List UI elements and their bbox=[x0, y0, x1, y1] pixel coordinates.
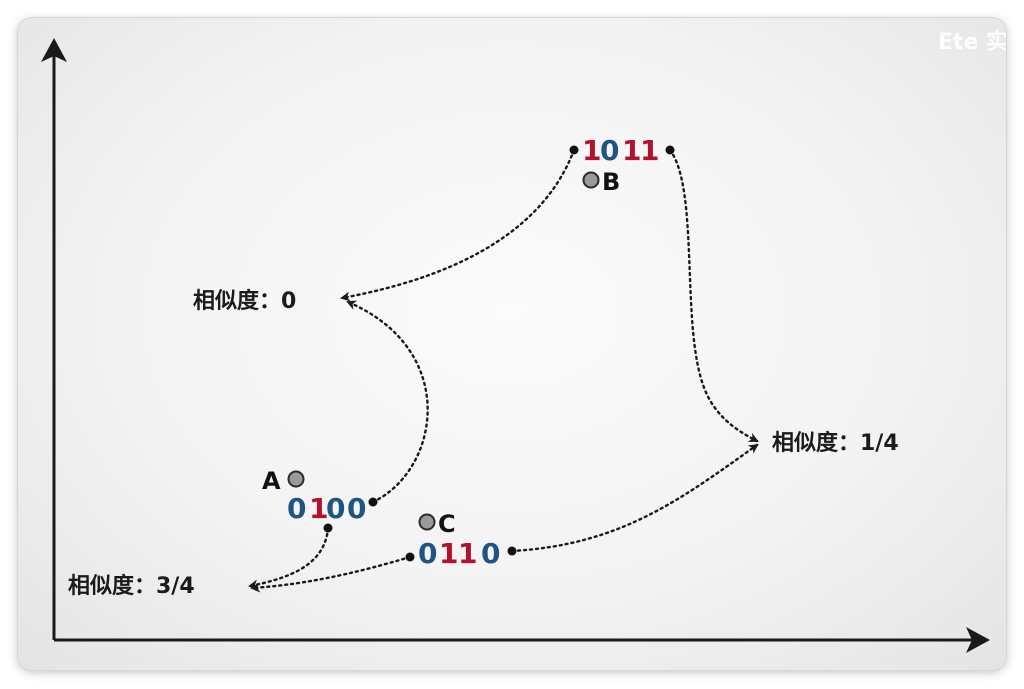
connector-a-to-sim-ac bbox=[248, 526, 330, 590]
similarity-ab-label: 相似度：0 bbox=[193, 288, 296, 314]
connector-b-to-sim-bc bbox=[668, 148, 759, 443]
code-b-bit: 1 bbox=[622, 134, 641, 167]
endpoint-dot bbox=[507, 546, 517, 556]
code-c-bit: 1 bbox=[439, 537, 458, 570]
endpoint-dot bbox=[368, 497, 378, 507]
point-a-label: A bbox=[262, 467, 281, 495]
code-c-bit: 1 bbox=[458, 537, 477, 570]
similarity-diagram: 1 0 1 1 B A 0 1 0 0 C 0 1 1 0 相似度：0 相似度：… bbox=[41, 38, 990, 653]
point-c-marker bbox=[418, 513, 436, 531]
connector-c-to-sim-bc bbox=[510, 443, 759, 553]
code-b-bit: 0 bbox=[600, 134, 619, 167]
code-c-bit: 0 bbox=[418, 537, 437, 570]
endpoint-dots bbox=[323, 145, 675, 562]
code-b-bit: 1 bbox=[582, 134, 601, 167]
similarity-bc-label: 相似度：1/4 bbox=[772, 430, 899, 456]
code-a-bit: 0 bbox=[347, 492, 366, 525]
point-b-marker bbox=[582, 171, 600, 189]
endpoint-dot bbox=[569, 145, 579, 155]
endpoint-dot bbox=[405, 552, 415, 562]
endpoint-dot bbox=[665, 145, 675, 155]
point-b-label: B bbox=[602, 168, 620, 196]
axes bbox=[41, 38, 990, 653]
similarity-ac-label: 相似度：3/4 bbox=[68, 573, 195, 599]
point-a: A 0 1 0 0 bbox=[262, 467, 366, 525]
code-b-bit: 1 bbox=[640, 134, 659, 167]
point-b: 1 0 1 1 B bbox=[582, 134, 659, 196]
code-a-bit: 0 bbox=[326, 492, 345, 525]
code-a-bit: 0 bbox=[287, 492, 306, 525]
code-c-bit: 0 bbox=[481, 537, 500, 570]
connector-a-to-sim-ab bbox=[346, 300, 429, 504]
point-c: C 0 1 1 0 bbox=[418, 510, 500, 570]
point-a-marker bbox=[287, 470, 305, 488]
connector-c-to-sim-ac bbox=[250, 555, 412, 593]
connector-b-to-sim-ab bbox=[340, 148, 576, 302]
point-c-label: C bbox=[438, 510, 456, 538]
